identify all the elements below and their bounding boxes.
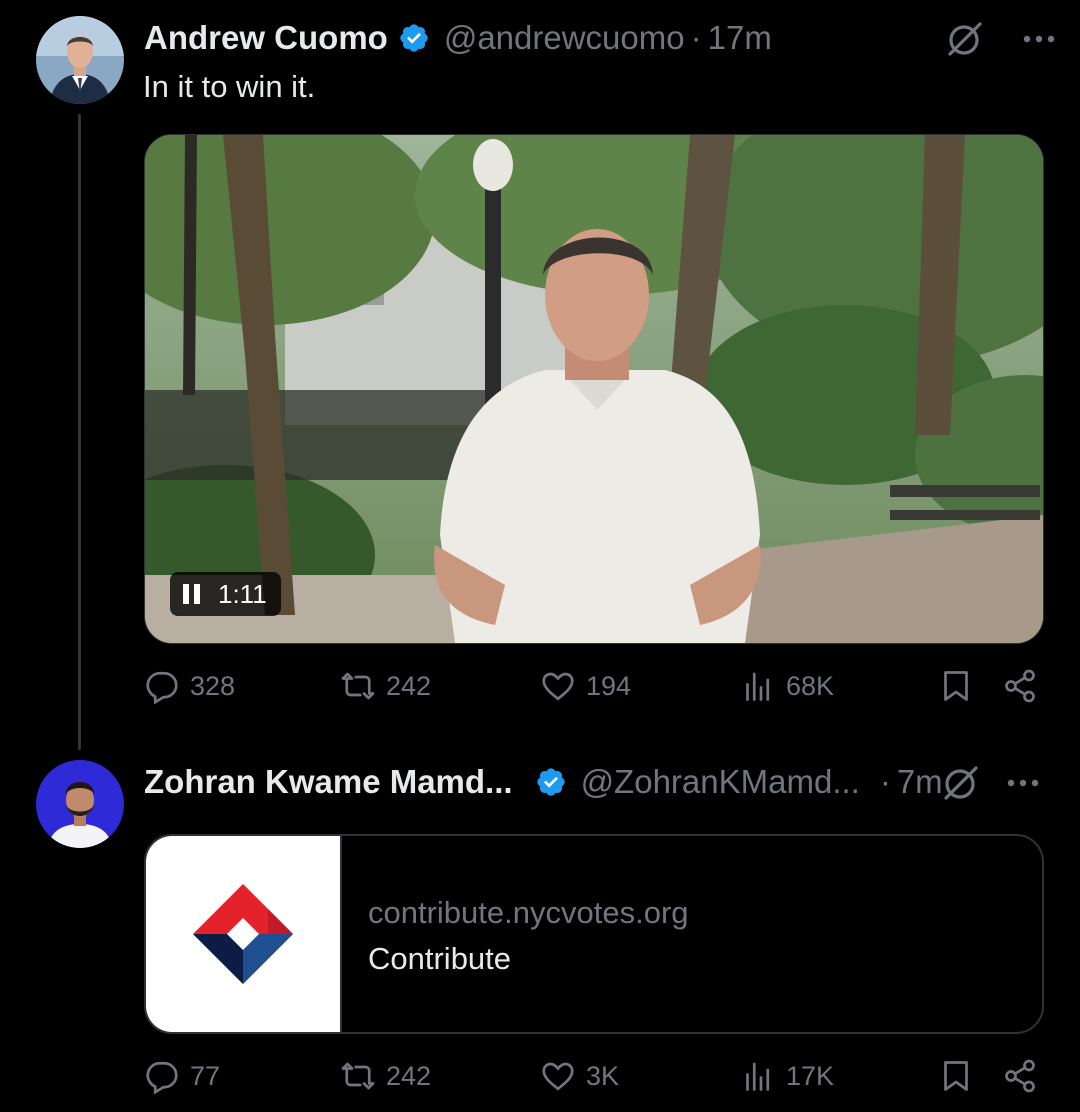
bookmark-icon <box>938 668 974 704</box>
tweet-text: In it to win it. <box>143 69 316 104</box>
thread-connector <box>78 114 81 750</box>
grok-icon[interactable] <box>942 764 980 802</box>
reply-icon <box>144 668 180 704</box>
tweet-top-actions <box>946 20 1056 58</box>
link-card[interactable]: contribute.nycvotes.org Contribute <box>144 834 1044 1034</box>
avatar-andrew-cuomo[interactable] <box>36 16 124 104</box>
author-handle[interactable]: @ZohranKMamd... <box>581 762 860 802</box>
link-card-title: Contribute <box>368 941 512 976</box>
views-icon <box>740 668 776 704</box>
like-button[interactable]: 3K <box>540 1058 619 1094</box>
views-button[interactable]: 68K <box>740 668 834 704</box>
views-count: 17K <box>786 1060 835 1091</box>
bookmark-button[interactable] <box>938 1058 984 1094</box>
separator-dot: · <box>690 19 702 56</box>
repost-icon <box>340 1058 376 1094</box>
like-button[interactable]: 194 <box>540 668 631 704</box>
timestamp[interactable]: 7m <box>897 762 943 802</box>
tweet-header: Andrew Cuomo @andrewcuomo · 17m <box>144 18 772 58</box>
reply-count: 77 <box>190 1060 221 1091</box>
views-count: 68K <box>786 670 835 701</box>
verified-badge-icon[interactable] <box>535 766 567 798</box>
like-icon <box>540 668 576 704</box>
reply-count: 328 <box>190 670 236 701</box>
repost-icon <box>340 668 376 704</box>
timeline: Andrew Cuomo @andrewcuomo · 17m In it to… <box>0 0 1080 1112</box>
repost-button[interactable]: 242 <box>340 668 431 704</box>
tweet-actions: 77 242 3K 17K <box>144 1058 1044 1102</box>
link-card-body: contribute.nycvotes.org Contribute <box>342 836 689 1032</box>
author-name[interactable]: Zohran Kwame Mamd... <box>144 762 513 802</box>
repost-count: 242 <box>386 1060 432 1091</box>
share-icon <box>1002 1058 1038 1094</box>
link-card-thumbnail <box>146 836 342 1032</box>
share-button[interactable] <box>1002 1058 1048 1094</box>
video-status-badge[interactable]: 1:11 <box>170 572 281 616</box>
reply-button[interactable]: 77 <box>144 1058 220 1094</box>
pause-icon[interactable] <box>182 583 202 605</box>
like-icon <box>540 1058 576 1094</box>
share-button[interactable] <box>1002 668 1048 704</box>
video-player[interactable] <box>144 134 1044 644</box>
verified-badge-icon[interactable] <box>398 22 430 54</box>
avatar-zohran-mamdani[interactable] <box>36 760 124 848</box>
views-icon <box>740 1058 776 1094</box>
more-icon[interactable] <box>1006 778 1040 788</box>
reply-icon <box>144 1058 180 1094</box>
share-icon <box>1002 668 1038 704</box>
more-icon[interactable] <box>1022 34 1056 44</box>
video-frame <box>145 135 1043 643</box>
tweet-header: Zohran Kwame Mamd... @ZohranKMamd... · 7… <box>144 762 943 802</box>
author-handle[interactable]: @andrewcuomo <box>444 18 685 58</box>
like-count: 194 <box>586 670 632 701</box>
separator-dot: · <box>879 763 891 800</box>
timestamp[interactable]: 17m <box>708 18 772 58</box>
bookmark-icon <box>938 1058 974 1094</box>
like-count: 3K <box>586 1060 620 1091</box>
link-card-domain: contribute.nycvotes.org <box>368 895 689 930</box>
views-button[interactable]: 17K <box>740 1058 834 1094</box>
video-duration: 1:11 <box>218 578 267 609</box>
nycvotes-logo <box>193 884 293 984</box>
tweet-actions: 328 242 194 68K <box>144 668 1044 712</box>
repost-count: 242 <box>386 670 432 701</box>
tweet-top-actions <box>942 764 1040 802</box>
repost-button[interactable]: 242 <box>340 1058 431 1094</box>
author-name[interactable]: Andrew Cuomo <box>144 18 388 58</box>
reply-button[interactable]: 328 <box>144 668 235 704</box>
grok-icon[interactable] <box>946 20 984 58</box>
bookmark-button[interactable] <box>938 668 984 704</box>
